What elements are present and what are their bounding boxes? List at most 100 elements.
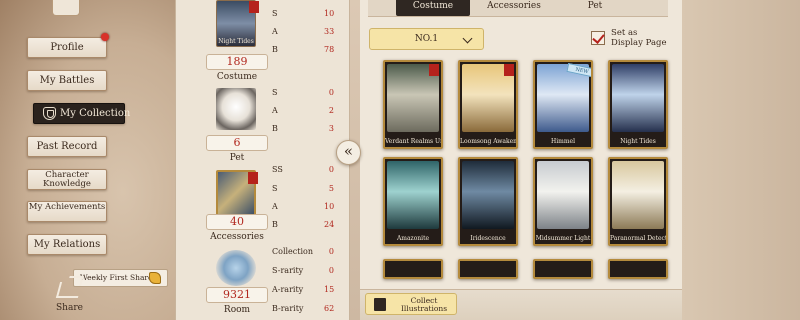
card-name: Midsummer Light xyxy=(535,235,591,242)
card-name: Himmel xyxy=(551,138,575,145)
collect-illustrations-label: Collect Illustrations xyxy=(400,296,448,313)
nav-my-relations-label: My Relations xyxy=(33,239,101,250)
nav-profile[interactable]: Profile xyxy=(27,37,107,58)
notification-dot xyxy=(101,33,109,41)
tab-accessories[interactable]: Accessories xyxy=(481,0,547,16)
card-name: Verdant Realms Un xyxy=(385,138,443,145)
accessories-tier-b-value: 24 xyxy=(324,220,335,229)
pet-tier-b-value: 3 xyxy=(328,124,334,133)
chevron-down-icon xyxy=(462,33,473,44)
nav-my-achievements-label: My Achievements xyxy=(28,202,106,212)
share-icon[interactable] xyxy=(55,282,83,298)
costume-card[interactable]: Night Tides xyxy=(608,60,668,149)
accessories-thumbnail[interactable] xyxy=(216,170,258,216)
book-icon xyxy=(374,298,386,311)
accessories-tier-b: B xyxy=(272,220,278,229)
costume-tier-s-value: 10 xyxy=(324,9,335,18)
card-portrait xyxy=(537,161,589,229)
card-name: Amazonite xyxy=(396,235,430,242)
room-tier-collection: Collection xyxy=(272,247,314,256)
card-name: Night Tides xyxy=(620,138,656,145)
accessories-count: 40 xyxy=(206,214,268,230)
puzzle-icon xyxy=(149,272,161,284)
tab-accessories-label: Accessories xyxy=(487,1,541,11)
costume-thumbnail[interactable]: Night Tides xyxy=(216,0,259,47)
accessories-tier-a: A xyxy=(272,202,278,211)
room-tier-s: S-rarity xyxy=(272,266,304,275)
nav-past-record-label: Past Record xyxy=(36,141,98,152)
nav-my-achievements[interactable]: My Achievements xyxy=(27,201,107,222)
nav-past-record[interactable]: Past Record xyxy=(27,136,107,157)
costume-card[interactable] xyxy=(608,259,668,279)
costume-card[interactable] xyxy=(383,259,443,279)
top-handle[interactable] xyxy=(52,0,80,16)
costume-card[interactable]: Paranormal Detective xyxy=(608,157,668,246)
nav-my-battles[interactable]: My Battles xyxy=(27,70,107,91)
nav-my-collection[interactable]: My Collection xyxy=(33,103,130,124)
collapse-panel-button[interactable]: « xyxy=(336,140,361,165)
pet-count: 6 xyxy=(206,135,268,151)
costume-tier-a-value: 33 xyxy=(324,27,335,36)
costume-card[interactable] xyxy=(458,259,518,279)
room-tier-a: A-rarity xyxy=(272,285,304,294)
tab-costume[interactable]: Costume xyxy=(396,0,470,16)
pet-tier-a: A xyxy=(272,106,278,115)
room-tier-a-value: 15 xyxy=(324,285,335,294)
card-name: Loomsong Awakening xyxy=(460,138,518,145)
card-name: Paranormal Detective xyxy=(610,235,668,242)
display-page-checkbox[interactable] xyxy=(591,31,605,45)
costume-count: 189 xyxy=(206,54,268,70)
costume-card[interactable]: NEW Himmel xyxy=(533,60,593,149)
accessories-tier-s: S xyxy=(272,184,278,193)
tab-pet[interactable]: Pet xyxy=(570,0,620,16)
accessories-tier-ss-value: 0 xyxy=(328,165,334,174)
double-chevron-left-icon: « xyxy=(343,142,354,160)
room-tier-s-value: 0 xyxy=(328,266,334,275)
card-portrait xyxy=(462,161,514,229)
room-count: 9321 xyxy=(206,287,268,303)
costume-thumbnail-label: Night Tides xyxy=(218,38,254,45)
rarity-flag-icon xyxy=(248,172,258,184)
rarity-stamp-icon xyxy=(504,64,514,76)
costume-card[interactable]: Loomsong Awakening xyxy=(458,60,518,149)
room-tier-collection-value: 0 xyxy=(328,247,334,256)
accessories-tier-s-value: 5 xyxy=(328,184,334,193)
card-name: Iridescence xyxy=(470,235,506,242)
share-label[interactable]: Share xyxy=(56,303,83,313)
room-tier-b: B-rarity xyxy=(272,304,304,313)
costume-card[interactable]: Verdant Realms Un xyxy=(383,60,443,149)
pet-tier-s: S xyxy=(272,88,278,97)
right-edge-background xyxy=(682,0,800,320)
pet-tier-s-value: 0 xyxy=(328,88,334,97)
pet-label: Pet xyxy=(229,153,245,163)
nav-my-collection-label: My Collection xyxy=(60,108,131,119)
costume-card[interactable]: Midsummer Light xyxy=(533,157,593,246)
room-thumbnail[interactable] xyxy=(216,250,256,286)
weekly-first-share-tag: Weekly First Share xyxy=(73,269,168,287)
card-portrait xyxy=(612,64,664,132)
accessories-tier-ss: SS xyxy=(272,165,283,174)
page-select-dropdown[interactable]: NO.1 xyxy=(369,28,484,50)
rarity-flag-icon xyxy=(249,1,259,13)
costume-card[interactable]: Iridescence xyxy=(458,157,518,246)
nav-character-knowledge-label: Character Knowledge xyxy=(43,170,91,189)
weekly-first-share-label: Weekly First Share xyxy=(80,273,153,282)
costume-card[interactable] xyxy=(533,259,593,279)
accessories-tier-a-value: 10 xyxy=(324,202,335,211)
collect-illustrations-button[interactable]: Collect Illustrations xyxy=(365,293,457,315)
tab-costume-label: Costume xyxy=(412,1,454,11)
card-portrait xyxy=(387,161,439,229)
rarity-stamp-icon xyxy=(429,64,439,76)
pet-thumbnail[interactable] xyxy=(216,88,256,130)
pet-tier-b: B xyxy=(272,124,278,133)
costume-card[interactable]: Amazonite xyxy=(383,157,443,246)
stats-panel: Night Tides 189 Costume S 10 A 33 B 78 6… xyxy=(175,0,350,320)
nav-character-knowledge[interactable]: Character Knowledge xyxy=(27,169,107,190)
costume-tier-s: S xyxy=(272,9,278,18)
costume-tier-b: B xyxy=(272,45,278,54)
costume-label: Costume xyxy=(216,72,258,82)
room-tier-b-value: 62 xyxy=(324,304,335,313)
nav-my-battles-label: My Battles xyxy=(39,75,95,86)
accessories-label: Accessories xyxy=(210,232,264,242)
nav-my-relations[interactable]: My Relations xyxy=(27,234,107,255)
